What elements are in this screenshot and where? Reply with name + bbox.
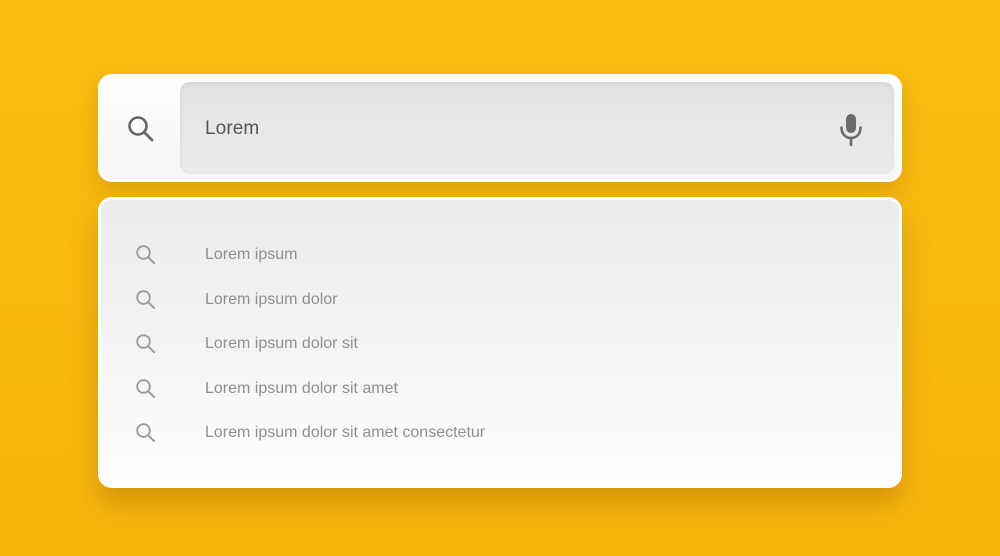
- search-icon: [134, 243, 158, 267]
- search-query-text: Lorem: [205, 118, 260, 139]
- suggestion-item[interactable]: Lorem ipsum dolor sit amet: [134, 376, 398, 402]
- search-icon: [134, 377, 158, 401]
- search-icon: [134, 288, 158, 312]
- suggestion-item[interactable]: Lorem ipsum dolor sit amet consectetur: [134, 420, 485, 446]
- suggestions-dropdown: Lorem ipsum Lorem ipsum dolor Lorem ipsu…: [98, 197, 902, 488]
- suggestion-item[interactable]: Lorem ipsum: [134, 242, 297, 268]
- search-icon: [134, 332, 158, 356]
- suggestion-label: Lorem ipsum dolor sit amet consectetur: [205, 424, 486, 441]
- search-icon[interactable]: [126, 114, 156, 144]
- suggestion-label: Lorem ipsum dolor sit: [205, 335, 358, 352]
- suggestion-label: Lorem ipsum: [205, 246, 298, 263]
- search-bar: Lorem: [98, 74, 902, 182]
- suggestion-item[interactable]: Lorem ipsum dolor sit: [134, 331, 358, 357]
- suggestion-item[interactable]: Lorem ipsum dolor: [134, 287, 338, 313]
- search-input[interactable]: Lorem: [180, 82, 894, 174]
- search-icon: [134, 421, 158, 445]
- suggestion-label: Lorem ipsum dolor sit amet: [205, 380, 398, 397]
- suggestion-label: Lorem ipsum dolor: [205, 291, 338, 308]
- microphone-icon[interactable]: [836, 112, 866, 148]
